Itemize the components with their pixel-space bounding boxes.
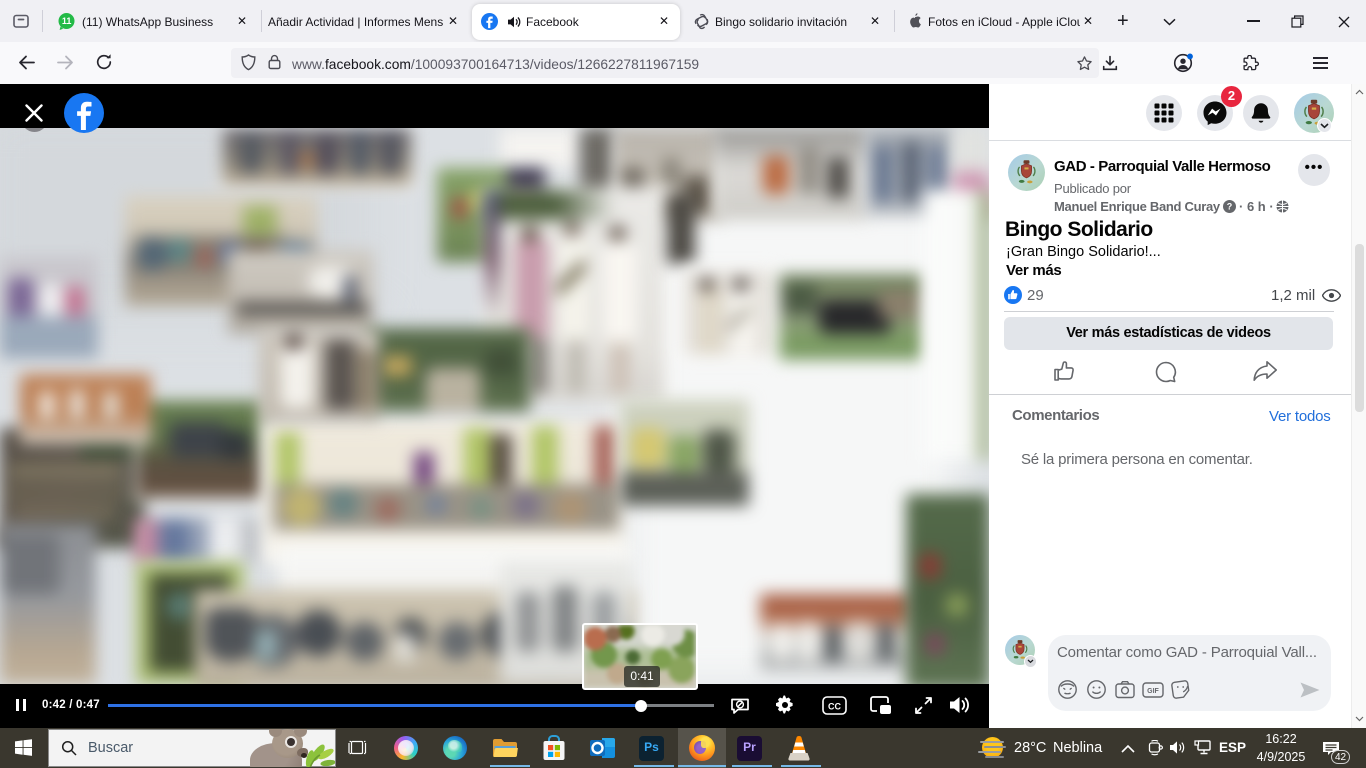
svg-text:CC: CC (828, 701, 841, 711)
svg-text:11: 11 (62, 16, 72, 26)
svg-text:?: ? (1227, 202, 1233, 212)
svg-text:GIF: GIF (1147, 688, 1159, 695)
